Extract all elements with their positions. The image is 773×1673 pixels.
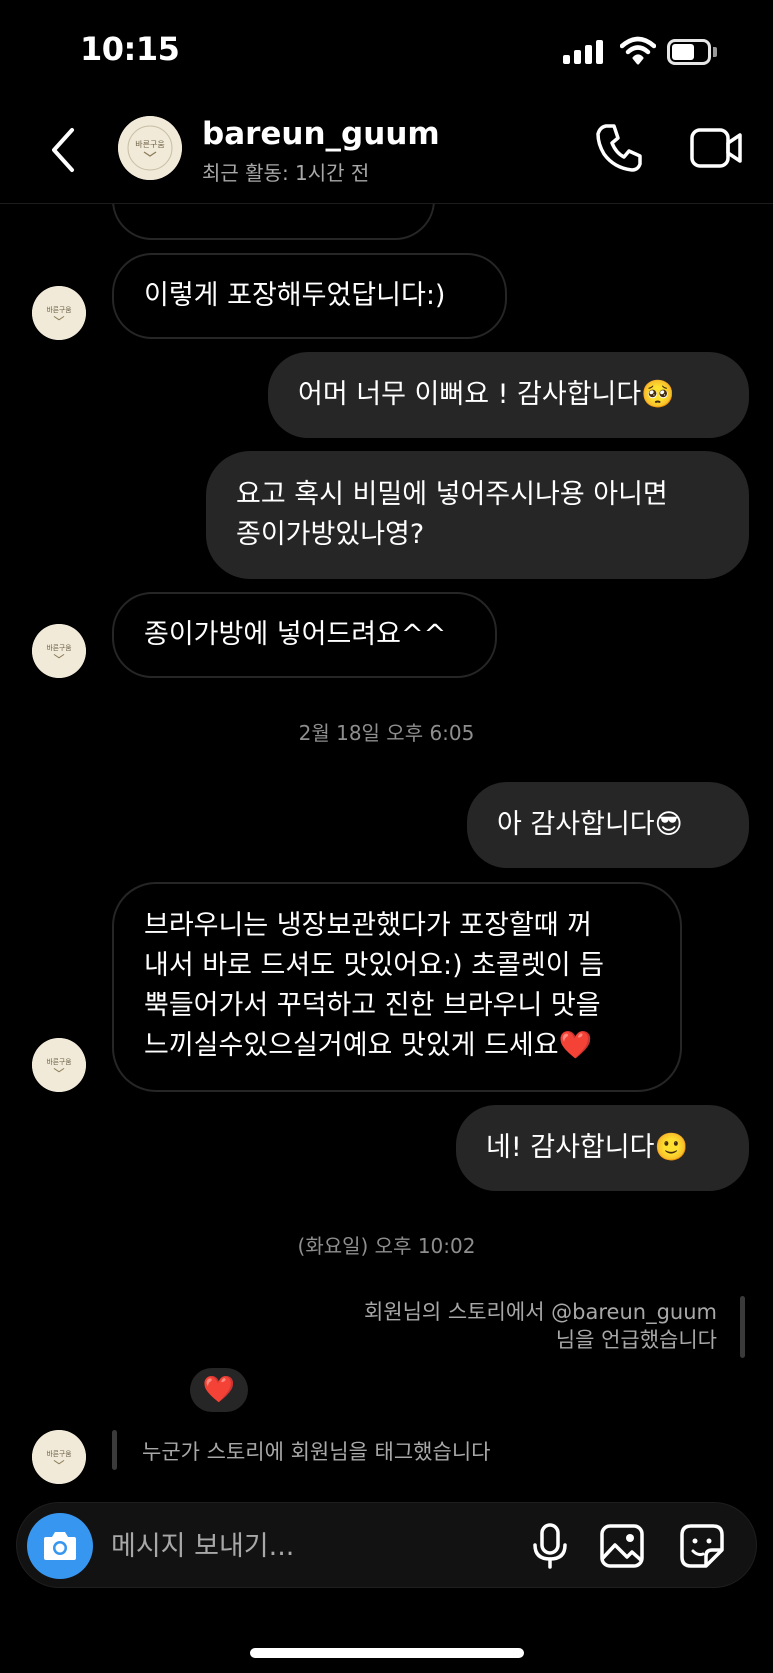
status-time: 10:15	[80, 30, 180, 68]
header-avatar[interactable]: 바른구움	[118, 116, 182, 180]
message-composer	[16, 1502, 757, 1588]
message-text: 네! 감사합니다🙂	[486, 1132, 689, 1163]
message-input[interactable]	[111, 1521, 491, 1571]
message-bubble-sent[interactable]: 아 감사합니다😎	[467, 782, 749, 868]
story-mention-note[interactable]: 회원님의 스토리에서 @bareun_guum 님을 언급했습니다	[297, 1298, 717, 1354]
story-mention-line: 회원님의 스토리에서 @bareun_guum	[363, 1300, 717, 1324]
svg-text:바른구움: 바른구움	[47, 305, 72, 314]
message-bubble-sent[interactable]: 네! 감사합니다🙂	[456, 1105, 749, 1191]
sticker-icon[interactable]	[679, 1523, 725, 1569]
story-tag-note[interactable]: 누군가 스토리에 회원님을 태그했습니다	[142, 1436, 490, 1466]
message-bubble-received[interactable]: 브라우니는 냉장보관했다가 포장할때 꺼 내서 바로 드셔도 맛있어요:) 초콜…	[112, 882, 682, 1092]
battery-icon	[667, 39, 717, 65]
message-text: 브라우니는 냉장보관했다가 포장할때 꺼 내서 바로 드셔도 맛있어요:) 초콜…	[144, 910, 604, 1061]
microphone-icon[interactable]	[529, 1523, 571, 1569]
svg-text:바른구움: 바른구움	[47, 1449, 72, 1458]
wifi-icon	[620, 36, 656, 65]
status-bar: 10:15	[0, 0, 773, 100]
message-bubble-received[interactable]: 종이가방에 넣어드려요^^	[112, 592, 497, 678]
last-active-status: 최근 활동: 1시간 전	[202, 161, 370, 185]
story-mention-line: 님을 언급했습니다	[555, 1328, 717, 1352]
message-bubble-received[interactable]: 이렇게 포장해두었답니다:)	[112, 253, 507, 339]
sender-avatar[interactable]: 바른구움	[32, 1430, 86, 1484]
camera-icon	[44, 1532, 76, 1560]
camera-button[interactable]	[27, 1513, 93, 1579]
message-text: 이렇게 포장해두었답니다:)	[144, 280, 446, 311]
story-tag-bar	[112, 1430, 117, 1470]
home-indicator[interactable]	[250, 1648, 524, 1658]
svg-text:바른구움: 바른구움	[47, 643, 72, 652]
sender-avatar[interactable]: 바른구움	[32, 624, 86, 678]
chat-username[interactable]: bareun_guum	[202, 116, 440, 152]
gallery-icon[interactable]	[599, 1523, 645, 1569]
sender-avatar[interactable]: 바른구움	[32, 1038, 86, 1092]
cellular-signal-icon	[563, 40, 607, 64]
message-bubble-sent[interactable]: 어머 너무 이뻐요 ! 감사합니다🥺	[268, 352, 749, 438]
svg-text:바른구움: 바른구움	[135, 139, 164, 149]
message-bubble-sent[interactable]: 요고 혹시 비밀에 넣어주시나용 아니면 종이가방있나영?	[206, 451, 749, 579]
timestamp-divider: (화요일) 오후 10:02	[297, 1234, 476, 1258]
heart-reaction[interactable]: ❤️	[190, 1368, 248, 1412]
sender-avatar[interactable]: 바른구움	[32, 286, 86, 340]
video-camera-icon[interactable]	[690, 126, 742, 170]
message-text: 아 감사합니다😎	[497, 809, 683, 840]
chat-header: 바른구움 bareun_guum 최근 활동: 1시간 전	[0, 100, 773, 204]
message-text: 어머 너무 이뻐요 ! 감사합니다🥺	[298, 379, 675, 410]
svg-text:바른구움: 바른구움	[47, 1057, 72, 1066]
phone-icon[interactable]	[594, 122, 644, 174]
message-text: 요고 혹시 비밀에 넣어주시나용 아니면 종이가방있나영?	[236, 479, 668, 550]
story-reply-bar	[740, 1296, 745, 1358]
message-text: 종이가방에 넣어드려요^^	[144, 619, 447, 650]
back-chevron-icon[interactable]	[44, 122, 84, 178]
timestamp-divider: 2월 18일 오후 6:05	[298, 721, 475, 745]
